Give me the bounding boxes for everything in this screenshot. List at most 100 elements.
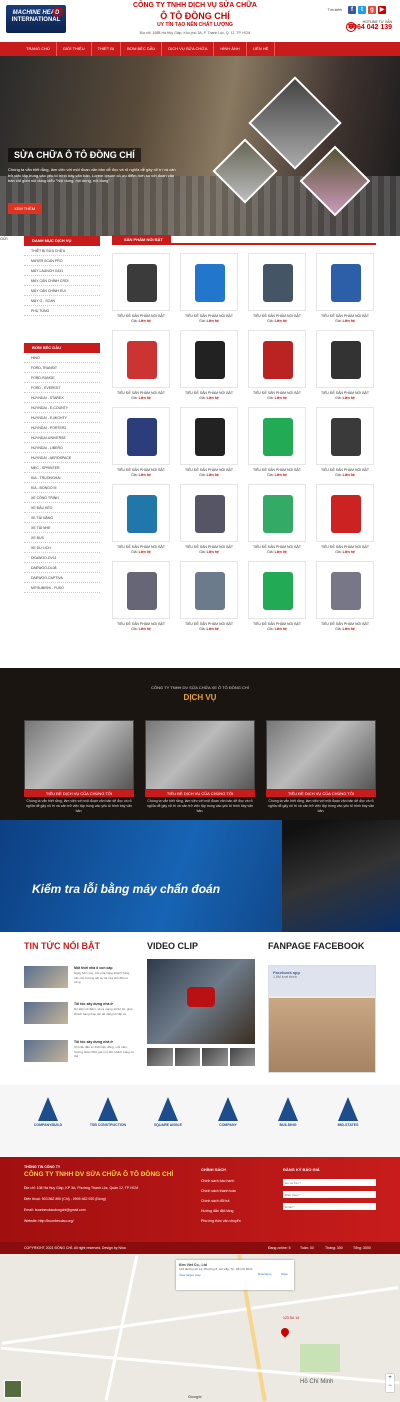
- youtube-icon[interactable]: ▶: [378, 6, 386, 14]
- sidebar-item-xe-t-i-n-ng[interactable]: XE TẢI NẶNG: [24, 513, 100, 523]
- sidebar-item-mitsubishi-fuso[interactable]: MITSUBISHI - FUSO: [24, 583, 100, 593]
- twitter-icon[interactable]: t: [358, 6, 366, 14]
- policy-link[interactable]: Chính sách đổi trả: [201, 1199, 229, 1203]
- product-image[interactable]: [180, 407, 238, 465]
- sidebar-item-mec-sprinter[interactable]: MEC - SPRINTER: [24, 463, 100, 473]
- product-card[interactable]: TIÊU ĐỀ SẢN PHẨM NỔI BẬT Giá: Liên hệ: [112, 253, 170, 324]
- product-card[interactable]: TIÊU ĐỀ SẢN PHẨM NỔI BẬT Giá: Liên hệ: [180, 407, 238, 478]
- product-card[interactable]: TIÊU ĐỀ SẢN PHẨM NỔI BẬT Giá: Liên hệ: [180, 330, 238, 401]
- product-card[interactable]: TIÊU ĐỀ SẢN PHẨM NỔI BẬT Giá: Liên hệ: [180, 253, 238, 324]
- nav-home[interactable]: TRANG CHỦ: [20, 42, 57, 56]
- service-card[interactable]: TIÊU ĐỀ DỊCH VỤ CỦA CHÚNG TÔI Chúng ta v…: [145, 720, 255, 814]
- policy-link[interactable]: Hướng dẫn đặt hàng: [201, 1209, 233, 1213]
- sidebar-item-daewoo-dl08[interactable]: DAEWOO-DL08: [24, 563, 100, 573]
- footer-website[interactable]: Website: http://buonbecdau.org/: [24, 1219, 74, 1223]
- play-icon[interactable]: [187, 987, 215, 1007]
- sidebar-item-huyndai-starex[interactable]: HUYNDAI - STAREX: [24, 393, 100, 403]
- video-player[interactable]: [147, 959, 255, 1044]
- product-card[interactable]: TIÊU ĐỀ SẢN PHẨM NỔI BẬT Giá: Liên hệ: [248, 561, 306, 632]
- service-card[interactable]: TIÊU ĐỀ DỊCH VỤ CỦA CHÚNG TÔI Chúng ta v…: [24, 720, 134, 814]
- product-image[interactable]: [316, 253, 374, 311]
- product-card[interactable]: TIÊU ĐỀ SẢN PHẨM NỔI BẬT Giá: Liên hệ: [316, 407, 374, 478]
- sidebar-item-kia-truonghai[interactable]: KIA - TRUONGHAI: [24, 473, 100, 483]
- sidebar-item-huyndai-e-mighty[interactable]: HUYNDAI - E-MIGHTY: [24, 413, 100, 423]
- sidebar-item-mayer-scan-pro[interactable]: MAYER SCAN PRO: [24, 256, 100, 266]
- video-thumbnail[interactable]: [202, 1048, 228, 1066]
- sidebar-item-kia-bongo-iii[interactable]: KIA - BONGO III: [24, 483, 100, 493]
- nav-pumps[interactable]: BƠM BÉC DẦU: [121, 42, 163, 56]
- news-item[interactable]: Tôi tốc xây dựng nhà ở Chỉ cần đầu tư 20…: [24, 1040, 134, 1064]
- sidebar-item-m-y-launch-x431[interactable]: MÁY LAUNCH X431: [24, 266, 100, 276]
- video-thumbnail[interactable]: [147, 1048, 173, 1066]
- phone-field[interactable]: [283, 1191, 376, 1198]
- sidebar-item-ph-t-ng[interactable]: PHỤ TÙNG: [24, 306, 100, 316]
- sidebar-item-deawoo-dv11[interactable]: DEAWOO-DV11: [24, 553, 100, 563]
- map-save[interactable]: Save: [281, 1272, 288, 1276]
- zoom-control[interactable]: + −: [386, 1374, 394, 1392]
- product-image[interactable]: [316, 484, 374, 542]
- logo[interactable]: MACHINE HEAD INTERNATIONAL: [6, 5, 66, 33]
- policy-link[interactable]: Chính sách bảo hành: [201, 1179, 234, 1183]
- product-card[interactable]: TIÊU ĐỀ SẢN PHẨM NỔI BẬT Giá: Liên hệ: [180, 484, 238, 555]
- partner-logo[interactable]: MID-STATES: [328, 1097, 368, 1137]
- product-image[interactable]: [112, 561, 170, 619]
- product-card[interactable]: TIÊU ĐỀ SẢN PHẨM NỔI BẬT Giá: Liên hệ: [248, 253, 306, 324]
- sidebar-item-huyndai-aerospace[interactable]: HUYNDAI - AEROSPACE: [24, 453, 100, 463]
- partner-logo[interactable]: BUILDING: [268, 1097, 308, 1137]
- google-map[interactable]: Kim Viet Co., Ltd 123 đường số 14, Phườn…: [0, 1254, 400, 1402]
- sidebar-item-xe-du-l-ch[interactable]: XE DU LỊCH: [24, 543, 100, 553]
- sidebar-item-huyndai-porter2[interactable]: HUYNDAI - PORTER2: [24, 423, 100, 433]
- sidebar-item-ford-everest[interactable]: FORD - EVEREST: [24, 383, 100, 393]
- hero-more-button[interactable]: XEM THÊM: [8, 203, 42, 214]
- product-image[interactable]: [180, 561, 238, 619]
- product-card[interactable]: TIÊU ĐỀ SẢN PHẨM NỔI BẬT Giá: Liên hệ: [316, 484, 374, 555]
- email-field[interactable]: [283, 1203, 376, 1210]
- partner-logo[interactable]: TSB CONSTRUCTION: [88, 1097, 128, 1137]
- product-card[interactable]: TIÊU ĐỀ SẢN PHẨM NỔI BẬT Giá: Liên hệ: [248, 407, 306, 478]
- product-image[interactable]: [180, 330, 238, 388]
- sidebar-item-huyndai-e-county[interactable]: HUYNDAI - E-COUNTY: [24, 403, 100, 413]
- nav-about[interactable]: GIỚI THIỆU: [57, 42, 92, 56]
- product-image[interactable]: [180, 484, 238, 542]
- sidebar-item-m-y-c-n-ch-nh-eui[interactable]: MÁY CÂN CHỈNH EUI: [24, 286, 100, 296]
- footer-email[interactable]: Email: buonbecdaudongchi@gmail.com: [24, 1208, 86, 1212]
- news-item[interactable]: Một thời nhà ổ con cấp Ngày hôm nay, các…: [24, 966, 134, 990]
- service-card[interactable]: TIÊU ĐỀ DỊCH VỤ CỦA CHÚNG TÔI Chúng ta v…: [266, 720, 376, 814]
- sidebar-item-thi-t-b-s-a-ch-a[interactable]: THIẾT BỊ SỬA CHỮA: [24, 246, 100, 256]
- product-image[interactable]: [180, 253, 238, 311]
- product-image[interactable]: [248, 330, 306, 388]
- partner-logo[interactable]: SQUARE ANGLE: [148, 1097, 188, 1137]
- google-plus-icon[interactable]: g: [368, 6, 376, 14]
- product-image[interactable]: [248, 407, 306, 465]
- sidebar-item-m-y-c-n-ch-nh-crdi[interactable]: MÁY CÂN CHỈNH CRDI: [24, 276, 100, 286]
- product-card[interactable]: TIÊU ĐỀ SẢN PHẨM NỔI BẬT Giá: Liên hệ: [180, 561, 238, 632]
- search-label[interactable]: Tìm kiếm: [328, 8, 342, 12]
- partner-logo[interactable]: COMPANYBUILD: [28, 1097, 68, 1137]
- policy-link[interactable]: Chính sách thanh toán: [201, 1189, 236, 1193]
- sidebar-item-huyndai-universe[interactable]: HUYNDAI-UNIVERSE: [24, 433, 100, 443]
- product-card[interactable]: TIÊU ĐỀ SẢN PHẨM NỔI BẬT Giá: Liên hệ: [112, 561, 170, 632]
- product-image[interactable]: [248, 253, 306, 311]
- product-card[interactable]: TIÊU ĐỀ SẢN PHẨM NỔI BẬT Giá: Liên hệ: [112, 330, 170, 401]
- name-field[interactable]: [283, 1179, 376, 1186]
- product-card[interactable]: TIÊU ĐỀ SẢN PHẨM NỔI BẬT Giá: Liên hệ: [112, 407, 170, 478]
- sidebar-item-xe-u-k-o[interactable]: XE ĐẦU KÉO: [24, 503, 100, 513]
- sidebar-item-huyndai-libero[interactable]: HUYNDAI - LIBERO: [24, 443, 100, 453]
- nav-repair[interactable]: DỊCH VỤ SỬA CHỮA: [162, 42, 215, 56]
- product-image[interactable]: [112, 253, 170, 311]
- facebook-widget[interactable]: Facebook app 1.5M lượt thích: [268, 965, 376, 1073]
- map-view-larger[interactable]: View larger map: [179, 1273, 291, 1277]
- sidebar-item-xe-t-i-nh[interactable]: XE TẢI NHẸ: [24, 523, 100, 533]
- facebook-icon[interactable]: f: [348, 6, 356, 14]
- video-thumbnail[interactable]: [229, 1048, 255, 1066]
- product-image[interactable]: [112, 330, 170, 388]
- sidebar-item-xe-c-ng-tr-nh[interactable]: XE CÔNG TRÌNH: [24, 493, 100, 503]
- hero-slider[interactable]: SỬA CHỮA Ô TÔ ĐỒNG CHÍ Chúng ta vẫn biết…: [0, 56, 400, 236]
- satellite-toggle[interactable]: [4, 1380, 22, 1398]
- policy-link[interactable]: Phương thức vận chuyển: [201, 1219, 241, 1223]
- partner-logo[interactable]: COMPANY: [208, 1097, 248, 1137]
- product-card[interactable]: TIÊU ĐỀ SẢN PHẨM NỔI BẬT Giá: Liên hệ: [316, 330, 374, 401]
- product-image[interactable]: [316, 330, 374, 388]
- product-image[interactable]: [248, 561, 306, 619]
- product-card[interactable]: TIÊU ĐỀ SẢN PHẨM NỔI BẬT Giá: Liên hệ: [248, 330, 306, 401]
